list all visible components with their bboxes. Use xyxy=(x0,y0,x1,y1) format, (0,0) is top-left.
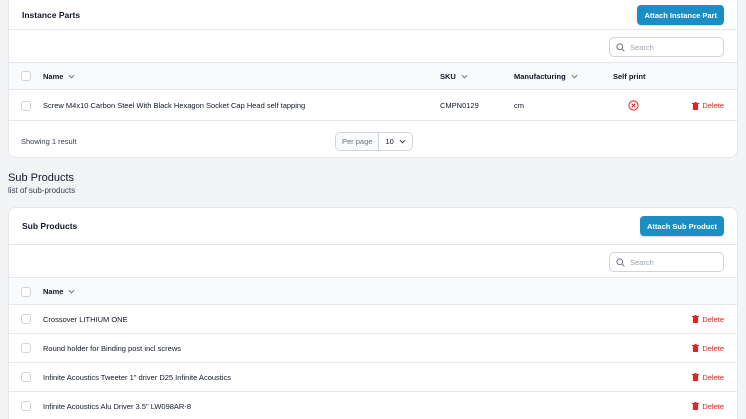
row-checkbox[interactable] xyxy=(21,314,31,324)
per-page-value: 10 xyxy=(385,137,394,146)
attach-instance-part-button[interactable]: Attach Instance Part xyxy=(637,5,724,25)
sub-product-name: Infinite Acoustics Tweeter 1" driver D25… xyxy=(43,372,232,382)
part-manufacturing: cm xyxy=(514,101,524,110)
sub-products-card: Sub Products Attach Sub Product Name Cro… xyxy=(8,207,738,419)
trash-icon xyxy=(692,373,700,381)
per-page-label: Per page xyxy=(336,133,380,150)
column-self-print: Self print xyxy=(613,71,646,81)
self-print-status xyxy=(628,91,639,120)
delete-button[interactable]: Delete xyxy=(692,373,724,382)
instance-parts-title: Instance Parts xyxy=(22,10,81,20)
table-row: Infinite Acoustics Alu Driver 3.5" LW098… xyxy=(9,392,737,419)
trash-icon xyxy=(692,344,700,352)
select-all-checkbox[interactable] xyxy=(21,71,31,81)
x-circle-icon xyxy=(628,100,639,111)
column-name[interactable]: Name xyxy=(43,279,75,304)
search-icon xyxy=(616,257,625,267)
row-checkbox[interactable] xyxy=(21,372,31,382)
sub-product-name: Crossover LITHIUM ONE xyxy=(43,314,128,324)
chevron-down-icon xyxy=(399,139,406,144)
result-count: Showing 1 result xyxy=(21,136,77,146)
part-name: Screw M4x10 Carbon Steel With Black Hexa… xyxy=(43,101,306,110)
column-name[interactable]: Name xyxy=(43,63,75,89)
table-row: Crossover LITHIUM ONE Delete xyxy=(9,305,737,334)
row-checkbox[interactable] xyxy=(21,401,31,411)
table-row: Screw M4x10 Carbon Steel With Black Hexa… xyxy=(9,91,737,121)
chevron-down-icon xyxy=(68,289,75,294)
sub-product-name: Infinite Acoustics Alu Driver 3.5" LW098… xyxy=(43,401,192,411)
sub-product-name: Round holder for Binding post incl screw… xyxy=(43,343,181,353)
sub-products-search[interactable] xyxy=(609,252,724,272)
column-sku[interactable]: SKU xyxy=(440,63,468,89)
delete-button[interactable]: Delete xyxy=(692,344,724,353)
column-manufacturing[interactable]: Manufacturing xyxy=(514,63,578,89)
delete-button[interactable]: Delete xyxy=(692,402,724,411)
sub-products-heading: Sub Products xyxy=(8,172,75,184)
sub-products-table-header: Name xyxy=(9,279,737,305)
sub-products-toolbar xyxy=(9,246,737,278)
delete-button[interactable]: Delete xyxy=(692,315,724,324)
chevron-down-icon xyxy=(461,74,468,79)
trash-icon xyxy=(692,101,700,110)
instance-parts-footer: Showing 1 result Per page 10 xyxy=(9,126,737,156)
instance-parts-search-input[interactable] xyxy=(630,42,720,52)
delete-button[interactable]: Delete xyxy=(692,101,724,110)
sub-products-title: Sub Products xyxy=(22,221,78,231)
table-row: Infinite Acoustics Tweeter 1" driver D25… xyxy=(9,363,737,392)
per-page-select[interactable]: Per page 10 xyxy=(335,132,413,151)
attach-sub-product-button[interactable]: Attach Sub Product xyxy=(639,216,724,236)
row-checkbox[interactable] xyxy=(21,100,31,111)
chevron-down-icon xyxy=(571,74,578,79)
sub-products-search-input[interactable] xyxy=(630,257,720,267)
sub-products-header: Sub Products Attach Sub Product xyxy=(9,208,737,245)
part-sku: CMPN0129 xyxy=(440,101,479,110)
search-icon xyxy=(616,42,625,52)
instance-parts-search[interactable] xyxy=(609,37,724,57)
trash-icon xyxy=(692,315,700,323)
chevron-down-icon xyxy=(68,74,75,79)
trash-icon xyxy=(692,402,700,410)
instance-parts-toolbar xyxy=(9,31,737,63)
table-row: Round holder for Binding post incl screw… xyxy=(9,334,737,363)
instance-parts-table-header: Name SKU Manufacturing Self print xyxy=(9,63,737,90)
select-all-checkbox[interactable] xyxy=(21,286,31,297)
row-checkbox[interactable] xyxy=(21,343,31,353)
sub-products-subheading: list of sub-products xyxy=(8,186,76,195)
instance-parts-header: Instance Parts Attach Instance Part xyxy=(9,1,737,30)
instance-parts-card: Instance Parts Attach Instance Part Name… xyxy=(8,0,738,158)
